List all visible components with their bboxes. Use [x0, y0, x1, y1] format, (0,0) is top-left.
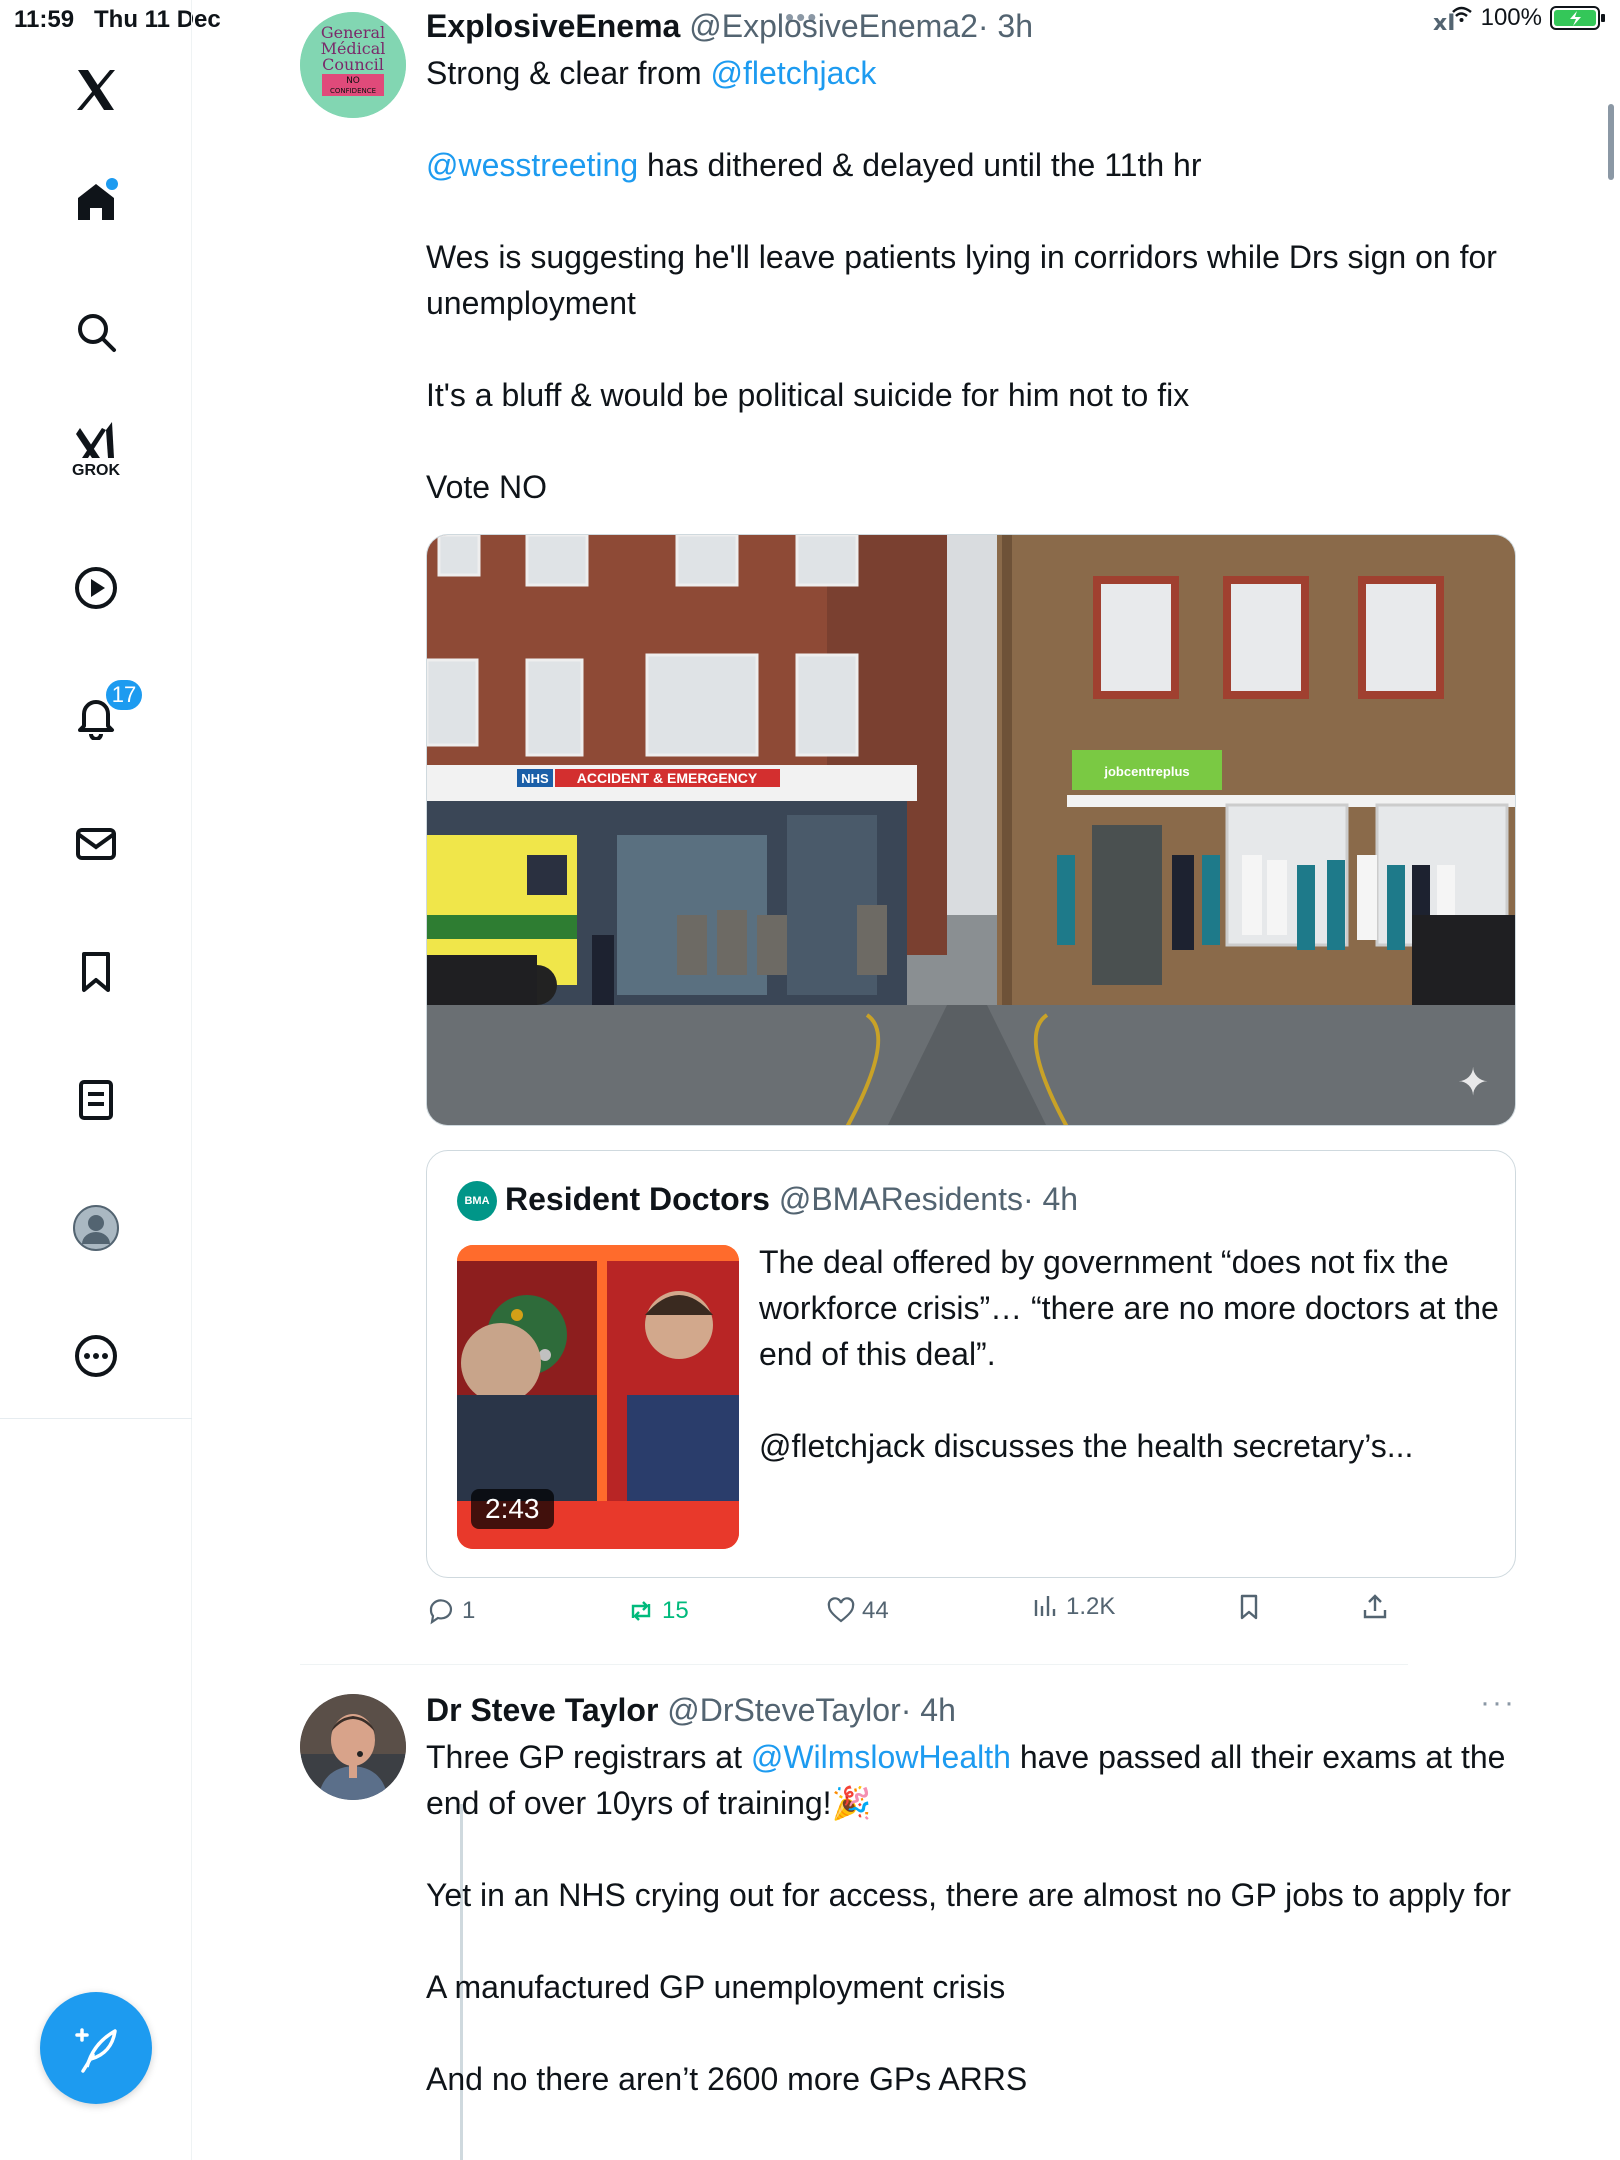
sidebar-item-home[interactable]	[66, 172, 126, 232]
views-button[interactable]: 1.2K	[1030, 1592, 1115, 1622]
sidebar-item-video[interactable]	[66, 558, 126, 618]
sidebar-item-notifications[interactable]: 17	[66, 678, 144, 746]
bookmark-icon	[1240, 1594, 1258, 1620]
post-time[interactable]: · 3h	[978, 8, 1033, 44]
grok-label: GROK	[72, 462, 120, 479]
view-count: 1.2K	[1066, 1593, 1116, 1620]
reply-button[interactable]: 1	[426, 1596, 475, 1626]
post-actions: 1 15 44 1.2K	[426, 1593, 1516, 1640]
text-line: Vote NO	[426, 469, 547, 505]
scrollbar[interactable]	[1608, 104, 1614, 180]
post-header: ExplosiveEnema @ExplosiveEnema2· 3h	[426, 4, 1516, 48]
quoted-text-line: The deal offered by government “does not…	[759, 1244, 1499, 1372]
quoted-post-time: · 4h	[1022, 1181, 1079, 1217]
text-segment: Three GP registrars at	[426, 1739, 751, 1775]
quoted-avatar[interactable]: BMA	[457, 1181, 497, 1221]
sparkle-icon: ✦	[1457, 1062, 1489, 1104]
video-duration: 2:43	[471, 1489, 554, 1529]
like-count: 44	[862, 1597, 889, 1624]
mention-link[interactable]: @fletchjack	[711, 55, 877, 91]
display-name[interactable]: Dr Steve Taylor	[426, 1692, 658, 1728]
repost-count: 15	[662, 1597, 689, 1624]
ae-sign: ACCIDENT & EMERGENCY	[577, 770, 758, 786]
video-thumbnail[interactable]: 2:43	[457, 1245, 739, 1549]
list-icon	[79, 1080, 113, 1120]
text-line: It's a bluff & would be political suicid…	[426, 377, 1190, 413]
text-line: A manufactured GP unemployment crisis	[426, 1969, 1006, 2005]
quoted-post-text: The deal offered by government “does not…	[759, 1239, 1499, 1469]
share-button[interactable]	[1360, 1592, 1390, 1622]
sidebar-nav: GROK 17	[0, 0, 192, 2160]
repost-icon	[631, 1601, 651, 1621]
sidebar-item-more[interactable]	[66, 1326, 126, 1386]
like-button[interactable]: 44	[826, 1596, 889, 1626]
compose-post-button[interactable]	[40, 1992, 152, 2104]
bookmark-icon	[82, 952, 110, 992]
svg-text:CONFIDENCE: CONFIDENCE	[330, 87, 376, 95]
timeline: General Médical Council NO CONFIDENCE Ex…	[192, 0, 1608, 2160]
views-icon	[1034, 1596, 1056, 1616]
jobcentre-sign: jobcentreplus	[1103, 764, 1189, 779]
nhs-sign: NHS	[521, 771, 549, 786]
home-unread-dot	[106, 178, 118, 190]
post-time[interactable]: · 4h	[901, 1692, 956, 1728]
bookmark-button[interactable]	[1234, 1592, 1264, 1622]
avatar[interactable]	[300, 1694, 406, 1800]
text-line: Yet in an NHS crying out for access, the…	[426, 1877, 1511, 1913]
post[interactable]: ··· Dr Steve Taylor @DrSteveTaylor· 4h T…	[300, 1664, 1514, 2160]
more-icon	[75, 1335, 117, 1377]
svg-text:NO: NO	[346, 76, 360, 86]
sidebar-divider	[0, 1418, 192, 1419]
handle[interactable]: @DrSteveTaylor	[667, 1692, 900, 1728]
post-image[interactable]: NHS ACCIDENT & EMERGENCY jobcentreplus ✦	[426, 534, 1516, 1126]
display-name[interactable]: ExplosiveEnema	[426, 8, 680, 44]
text-segment: Strong & clear from	[426, 55, 711, 91]
post-text: Strong & clear from @fletchjack @wesstre…	[426, 50, 1516, 510]
envelope-icon	[76, 828, 116, 860]
avatar[interactable]: General Médical Council NO CONFIDENCE	[300, 12, 406, 118]
notification-count-badge: 17	[104, 678, 144, 712]
quoted-handle: @BMAResidents	[778, 1181, 1023, 1217]
sidebar-item-grok[interactable]: GROK	[66, 420, 126, 480]
search-icon	[78, 314, 116, 352]
svg-text:Council: Council	[322, 55, 384, 74]
quoted-post-header: Resident Doctors @BMAResidents· 4h	[505, 1177, 1078, 1221]
post[interactable]: General Médical Council NO CONFIDENCE Ex…	[300, 0, 1516, 1660]
text-segment: has dithered & delayed until the 11th hr	[638, 147, 1202, 183]
grok-icon	[76, 422, 114, 458]
share-icon	[1363, 1594, 1387, 1619]
reply-icon	[429, 1599, 453, 1625]
profile-icon	[73, 1205, 119, 1251]
sidebar-item-messages[interactable]	[66, 814, 126, 874]
quoted-post-card[interactable]: BMA Resident Doctors @BMAResidents· 4h 2…	[426, 1150, 1516, 1578]
mention-link[interactable]: @wesstreeting	[426, 147, 638, 183]
play-icon	[75, 567, 117, 609]
sidebar-item-bookmarks[interactable]	[66, 942, 126, 1002]
heart-icon	[827, 1597, 855, 1623]
feather-plus-icon	[75, 2028, 117, 2073]
sidebar-item-lists[interactable]	[66, 1070, 126, 1130]
quoted-text-line: @fletchjack discusses the health secreta…	[759, 1428, 1414, 1464]
repost-button[interactable]: 15	[626, 1596, 689, 1626]
post-header: Dr Steve Taylor @DrSteveTaylor· 4h	[426, 1688, 1516, 1732]
post-text: Three GP registrars at @WilmslowHealth h…	[426, 1734, 1516, 2102]
sidebar-item-explore[interactable]	[66, 302, 126, 362]
sidebar-item-profile[interactable]	[66, 1198, 126, 1258]
handle[interactable]: @ExplosiveEnema2	[689, 8, 978, 44]
mention-link[interactable]: @WilmslowHealth	[751, 1739, 1011, 1775]
x-logo-icon[interactable]	[66, 60, 126, 120]
text-line: And no there aren’t 2600 more GPs ARRS	[426, 2061, 1028, 2097]
text-line: Wes is suggesting he'll leave patients l…	[426, 239, 1497, 321]
quoted-display-name: Resident Doctors	[505, 1181, 770, 1217]
reply-count: 1	[462, 1597, 476, 1624]
